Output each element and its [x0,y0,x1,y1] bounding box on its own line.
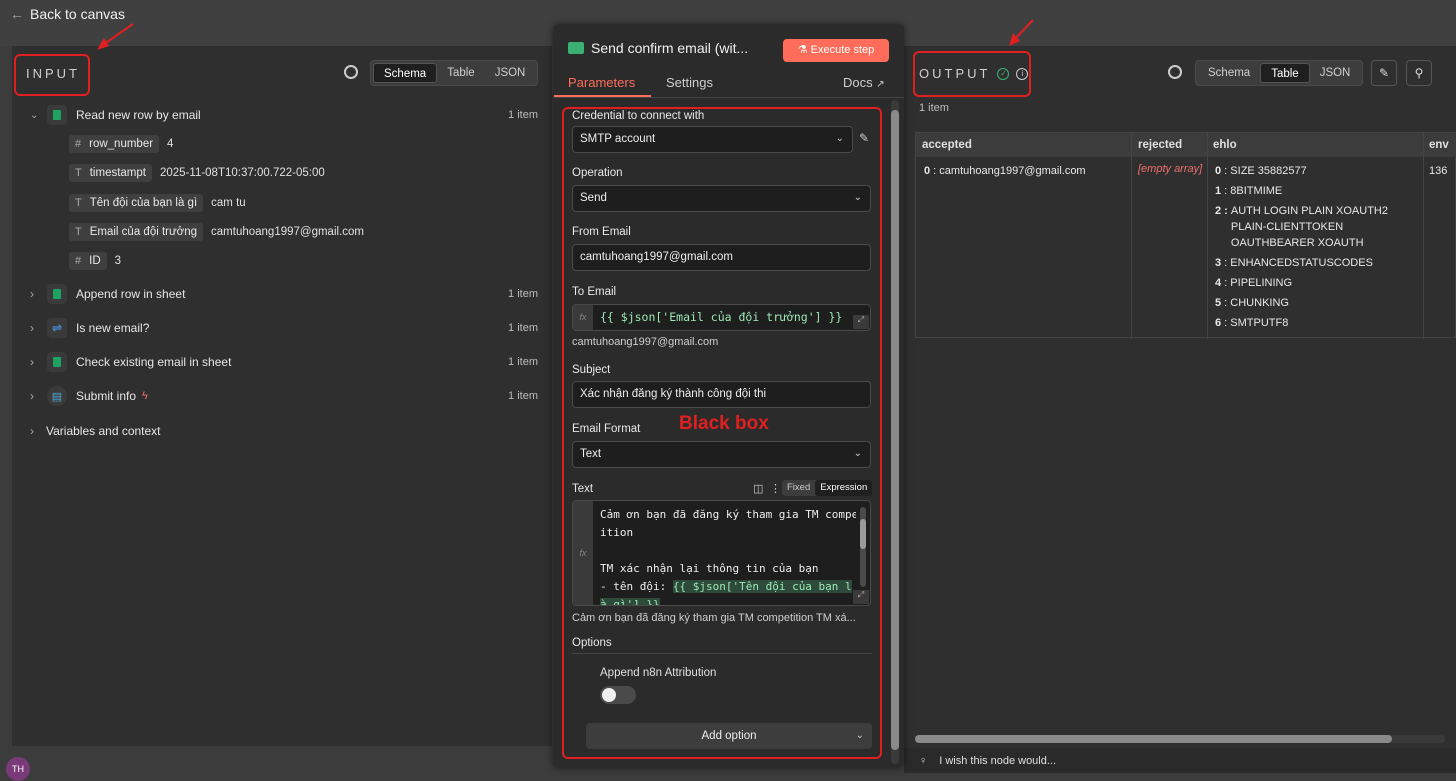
annotation-arrows [97,19,1034,50]
input-arrowhead [97,38,109,50]
